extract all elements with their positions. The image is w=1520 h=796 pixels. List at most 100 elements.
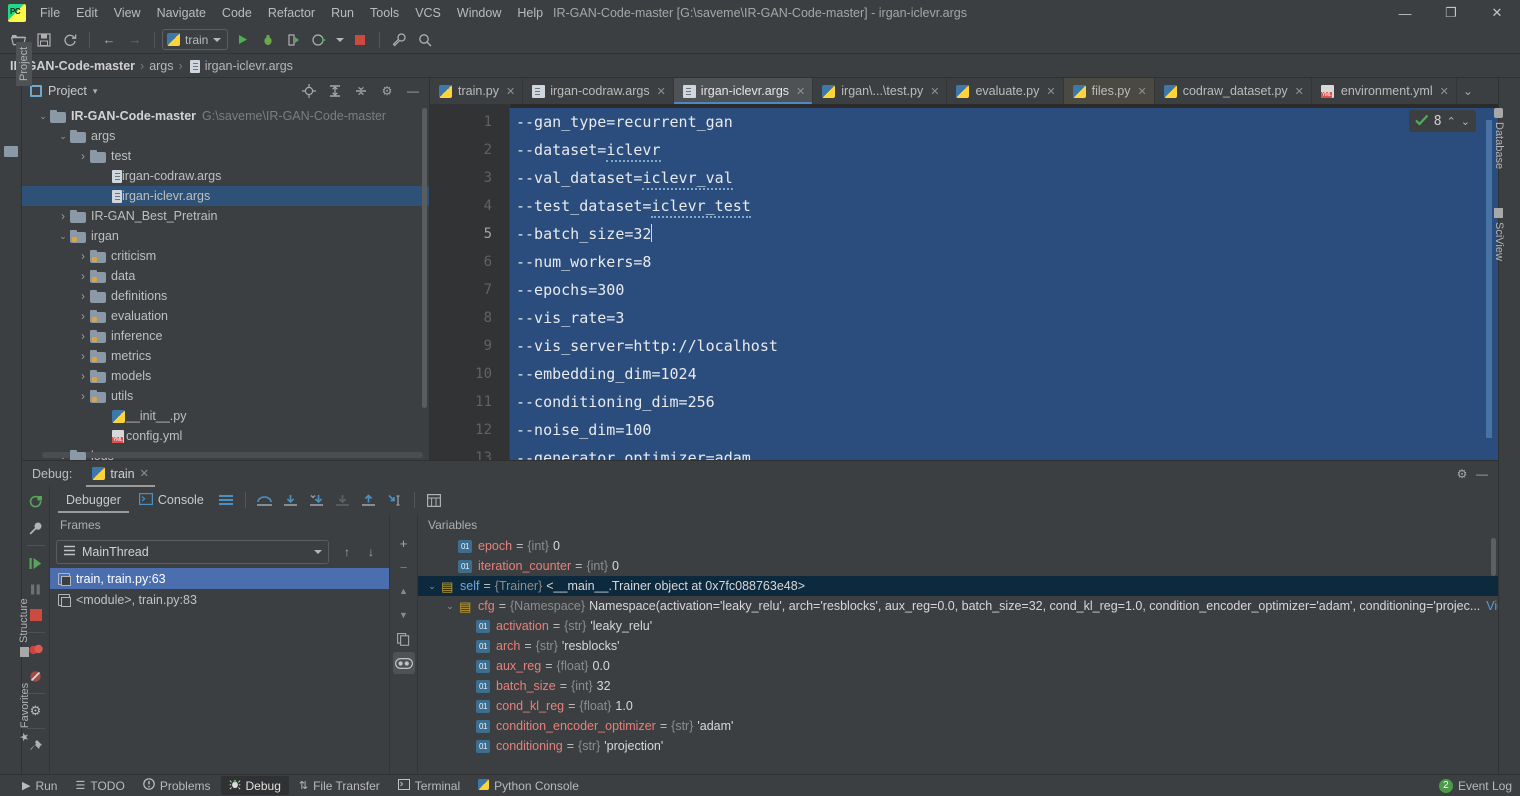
tree-row[interactable]: › inference xyxy=(22,326,429,346)
navigate-back-icon[interactable]: ← xyxy=(97,29,121,51)
menu-item-vcs[interactable]: VCS xyxy=(407,3,449,23)
gutter-line-number[interactable]: 7 xyxy=(430,276,502,304)
menu-item-window[interactable]: Window xyxy=(449,3,509,23)
profile-dropdown-icon[interactable] xyxy=(334,29,346,51)
editor-line[interactable]: --vis_rate=3 xyxy=(510,304,1498,332)
chevron-up-icon[interactable]: ⌃ xyxy=(1447,115,1456,128)
editor-tab[interactable]: files.py ✕ xyxy=(1063,78,1155,104)
editor-line[interactable]: --gan_type=recurrent_gan xyxy=(510,108,1498,136)
chevron-right-icon[interactable]: › xyxy=(76,309,90,323)
editor-tab[interactable]: codraw_dataset.py ✕ xyxy=(1155,78,1312,104)
variable-row[interactable]: 01 activation = {str}'leaky_relu' xyxy=(418,616,1498,636)
debug-button[interactable] xyxy=(256,29,280,51)
breadcrumb-item-args[interactable]: args xyxy=(149,59,173,73)
menu-item-code[interactable]: Code xyxy=(214,3,260,23)
tree-row[interactable]: › data xyxy=(22,266,429,286)
step-into-icon[interactable] xyxy=(279,489,303,511)
gutter-line-number[interactable]: 4 xyxy=(430,192,502,220)
variable-row[interactable]: 01 cond_kl_reg = {float} 1.0 xyxy=(418,696,1498,716)
editor-tabs-overflow[interactable]: ⌄ xyxy=(1457,78,1479,104)
chevron-down-icon[interactable]: ⌄ xyxy=(1461,115,1470,128)
status-bar-item[interactable]: Python Console xyxy=(470,777,587,795)
tree-row[interactable]: __init__.py xyxy=(22,406,429,426)
debug-session-tab[interactable]: train ✕ xyxy=(84,461,157,487)
gutter-line-number[interactable]: 2 xyxy=(430,136,502,164)
chevron-down-icon[interactable]: ⌄ xyxy=(56,231,70,242)
tree-row[interactable]: ⌄ IR-GAN-Code-master G:\saveme\IR-GAN-Code… xyxy=(22,106,429,126)
chevron-right-icon[interactable]: › xyxy=(76,149,90,163)
gutter-line-number[interactable]: 13 xyxy=(430,444,502,460)
run-with-coverage-icon[interactable] xyxy=(282,29,306,51)
sync-icon[interactable] xyxy=(58,29,82,51)
editor-tab[interactable]: irgan-codraw.args ✕ xyxy=(523,78,674,104)
gear-icon[interactable]: ⚙ xyxy=(377,81,397,101)
run-button[interactable] xyxy=(230,29,254,51)
rail-tab-project[interactable]: Project xyxy=(16,41,32,86)
editor-line[interactable]: --dataset=iclevr xyxy=(510,136,1498,164)
gutter-line-number[interactable]: 10 xyxy=(430,360,502,388)
tree-row[interactable]: › criticism xyxy=(22,246,429,266)
run-to-cursor-icon[interactable] xyxy=(383,489,407,511)
tree-row[interactable]: › test xyxy=(22,146,429,166)
variable-row[interactable]: ⌄ ▤ self = {Trainer} <__main__.Trainer object… xyxy=(418,576,1498,596)
editor-tab[interactable]: irgan-iclevr.args ✕ xyxy=(673,78,814,104)
status-bar-item[interactable]: ▶ Run xyxy=(14,777,65,795)
menu-item-edit[interactable]: Edit xyxy=(68,3,106,23)
gutter-line-number[interactable]: 9 xyxy=(430,332,502,360)
chevron-down-icon[interactable]: ⌄ xyxy=(442,601,458,612)
editor-line[interactable]: --test_dataset=iclevr_test xyxy=(510,192,1498,220)
tree-row[interactable]: ⌄ irgan xyxy=(22,226,429,246)
editor-line[interactable]: --vis_server=http://localhost xyxy=(510,332,1498,360)
project-tree[interactable]: ⌄ IR-GAN-Code-master G:\saveme\IR-GAN-Code… xyxy=(22,104,429,460)
variables-tree[interactable]: 01 epoch = {int} 0 01 iteration_counter = {int} 0… xyxy=(418,536,1498,774)
maximize-button[interactable]: ❐ xyxy=(1428,0,1474,26)
chevron-down-icon[interactable]: ⌄ xyxy=(424,581,440,592)
menu-item-run[interactable]: Run xyxy=(323,3,362,23)
status-bar-item[interactable]: Problems xyxy=(135,776,219,795)
variable-row[interactable]: 01 conditioning = {str}'projection' xyxy=(418,736,1498,756)
close-icon[interactable]: ✕ xyxy=(1138,85,1147,98)
variable-row[interactable]: 01 epoch = {int} 0 xyxy=(418,536,1498,556)
editor-body[interactable]: 1 2 3 4 5 6 7 8 9 10 11 12 13 --gan_type=recurrent_g… xyxy=(430,104,1498,460)
editor-tab[interactable]: train.py ✕ xyxy=(430,78,524,104)
gutter-line-number[interactable]: 3 xyxy=(430,164,502,192)
close-icon[interactable]: ✕ xyxy=(1295,85,1304,98)
save-icon[interactable] xyxy=(32,29,56,51)
search-icon[interactable] xyxy=(413,29,437,51)
locate-file-icon[interactable] xyxy=(299,81,319,101)
menu-item-navigate[interactable]: Navigate xyxy=(149,3,214,23)
editor-line[interactable]: --num_workers=8 xyxy=(510,248,1498,276)
gear-icon[interactable]: ⚙ xyxy=(1452,464,1472,484)
wrench-icon[interactable] xyxy=(24,516,48,540)
gutter-line-number[interactable]: 1 xyxy=(430,108,502,136)
tree-row[interactable]: › metrics xyxy=(22,346,429,366)
menu-item-refactor[interactable]: Refactor xyxy=(260,3,323,23)
variable-row[interactable]: ⌄ ▤ cfg = {Namespace} Namespace(activation='l… xyxy=(418,596,1498,616)
close-icon[interactable]: ✕ xyxy=(506,85,515,98)
inspection-widget[interactable]: 8 ⌃ ⌄ xyxy=(1408,110,1476,132)
expand-all-icon[interactable] xyxy=(325,81,345,101)
layout-settings-icon[interactable] xyxy=(214,489,238,511)
variable-row[interactable]: 01 aux_reg = {float} 0.0 xyxy=(418,656,1498,676)
menu-item-help[interactable]: Help xyxy=(509,3,551,23)
chevron-down-icon[interactable]: ⌄ xyxy=(56,131,70,142)
gutter-line-number[interactable]: 11 xyxy=(430,388,502,416)
close-icon[interactable]: ✕ xyxy=(796,85,805,98)
variable-row[interactable]: 01 iteration_counter = {int} 0 xyxy=(418,556,1498,576)
evaluate-expression-icon[interactable] xyxy=(422,489,446,511)
close-icon[interactable]: ✕ xyxy=(1440,85,1449,98)
close-icon[interactable]: ✕ xyxy=(1046,85,1055,98)
gutter-line-number[interactable]: 8 xyxy=(430,304,502,332)
editor-tab[interactable]: environment.yml ✕ xyxy=(1312,78,1457,104)
close-icon[interactable]: ✕ xyxy=(140,467,149,480)
chevron-right-icon[interactable]: › xyxy=(76,349,90,363)
rerun-icon[interactable] xyxy=(24,490,48,514)
add-watch-icon[interactable]: + xyxy=(393,532,415,554)
editor-gutter[interactable]: 1 2 3 4 5 6 7 8 9 10 11 12 13 xyxy=(430,104,502,460)
hide-panel-icon[interactable]: — xyxy=(403,81,423,101)
editor-code-area[interactable]: --gan_type=recurrent_gan --dataset=iclevr… xyxy=(510,104,1498,460)
variable-row[interactable]: 01 condition_encoder_optimizer = {str}'adam… xyxy=(418,716,1498,736)
menu-item-tools[interactable]: Tools xyxy=(362,3,407,23)
chevron-right-icon[interactable]: › xyxy=(76,249,90,263)
run-configuration-selector[interactable]: train xyxy=(162,29,229,50)
